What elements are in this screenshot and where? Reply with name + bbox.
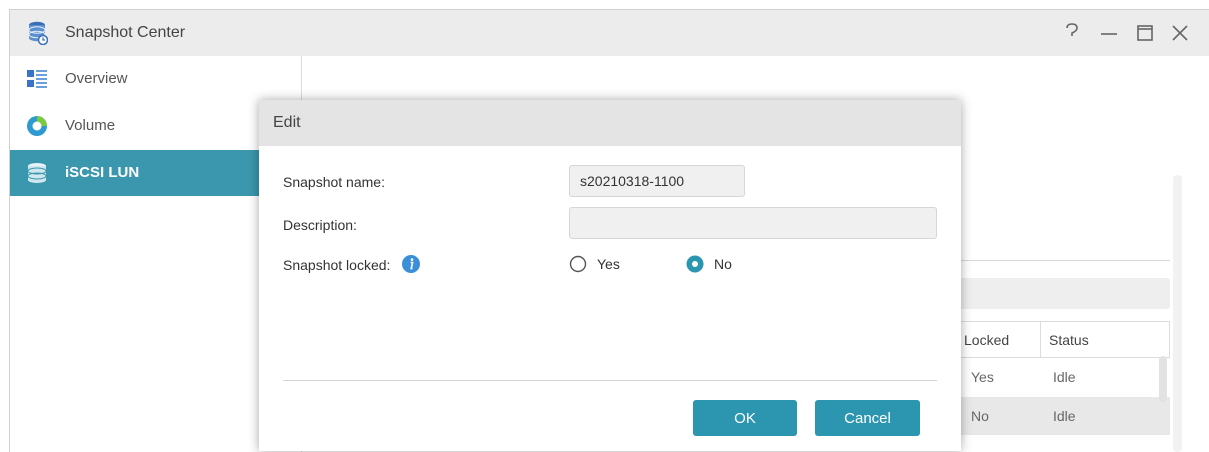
dialog-header: Edit: [259, 100, 961, 146]
table-cell: Idle: [1053, 408, 1076, 424]
content-divider: [955, 260, 1170, 261]
snapshot-name-label: Snapshot name:: [283, 174, 385, 190]
info-icon[interactable]: [402, 255, 420, 273]
snapshot-locked-label: Snapshot locked:: [283, 257, 390, 273]
iscsi-lun-icon: [26, 162, 48, 184]
table-scrollbar-thumb[interactable]: [1159, 356, 1167, 402]
sidebar-item-volume[interactable]: Volume: [10, 103, 301, 149]
table-cell: Idle: [1053, 369, 1076, 385]
overview-grid-icon: [26, 68, 48, 90]
volume-donut-icon: [26, 115, 48, 137]
app-title: Snapshot Center: [65, 24, 185, 42]
table-cell: Yes: [971, 369, 994, 385]
locked-no-label[interactable]: No: [714, 256, 732, 272]
locked-yes-radio[interactable]: [569, 255, 587, 273]
edit-dialog: Edit Snapshot name: Description: Snapsho…: [259, 100, 961, 451]
table-cell: No: [971, 408, 989, 424]
sidebar-item-label: Volume: [65, 117, 115, 134]
dialog-divider: [283, 380, 937, 381]
snapshot-name-input[interactable]: [569, 165, 745, 197]
maximize-icon[interactable]: [1133, 20, 1157, 46]
minimize-icon[interactable]: [1097, 20, 1121, 46]
cancel-button[interactable]: Cancel: [815, 400, 920, 436]
database-snapshot-icon: [28, 21, 48, 45]
ok-button[interactable]: OK: [693, 400, 797, 436]
description-input[interactable]: [569, 207, 937, 239]
content-scrollbar[interactable]: [1173, 175, 1182, 452]
close-icon[interactable]: [1168, 20, 1192, 46]
locked-no-radio[interactable]: [686, 255, 704, 273]
sidebar-item-overview[interactable]: Overview: [10, 56, 301, 102]
sidebar-item-label: Overview: [65, 70, 128, 87]
help-icon[interactable]: [1060, 20, 1084, 46]
sidebar-item-label: iSCSI LUN: [65, 164, 139, 181]
locked-yes-label[interactable]: Yes: [597, 256, 620, 272]
sidebar-item-iscsi-lun[interactable]: iSCSI LUN: [10, 150, 301, 196]
dialog-title: Edit: [273, 114, 301, 132]
description-label: Description:: [283, 217, 357, 233]
title-bar: Snapshot Center: [10, 10, 1209, 56]
table-header-locked[interactable]: Locked: [955, 321, 1041, 358]
background-search-input[interactable]: [955, 278, 1170, 309]
table-header-status[interactable]: Status: [1040, 321, 1170, 358]
